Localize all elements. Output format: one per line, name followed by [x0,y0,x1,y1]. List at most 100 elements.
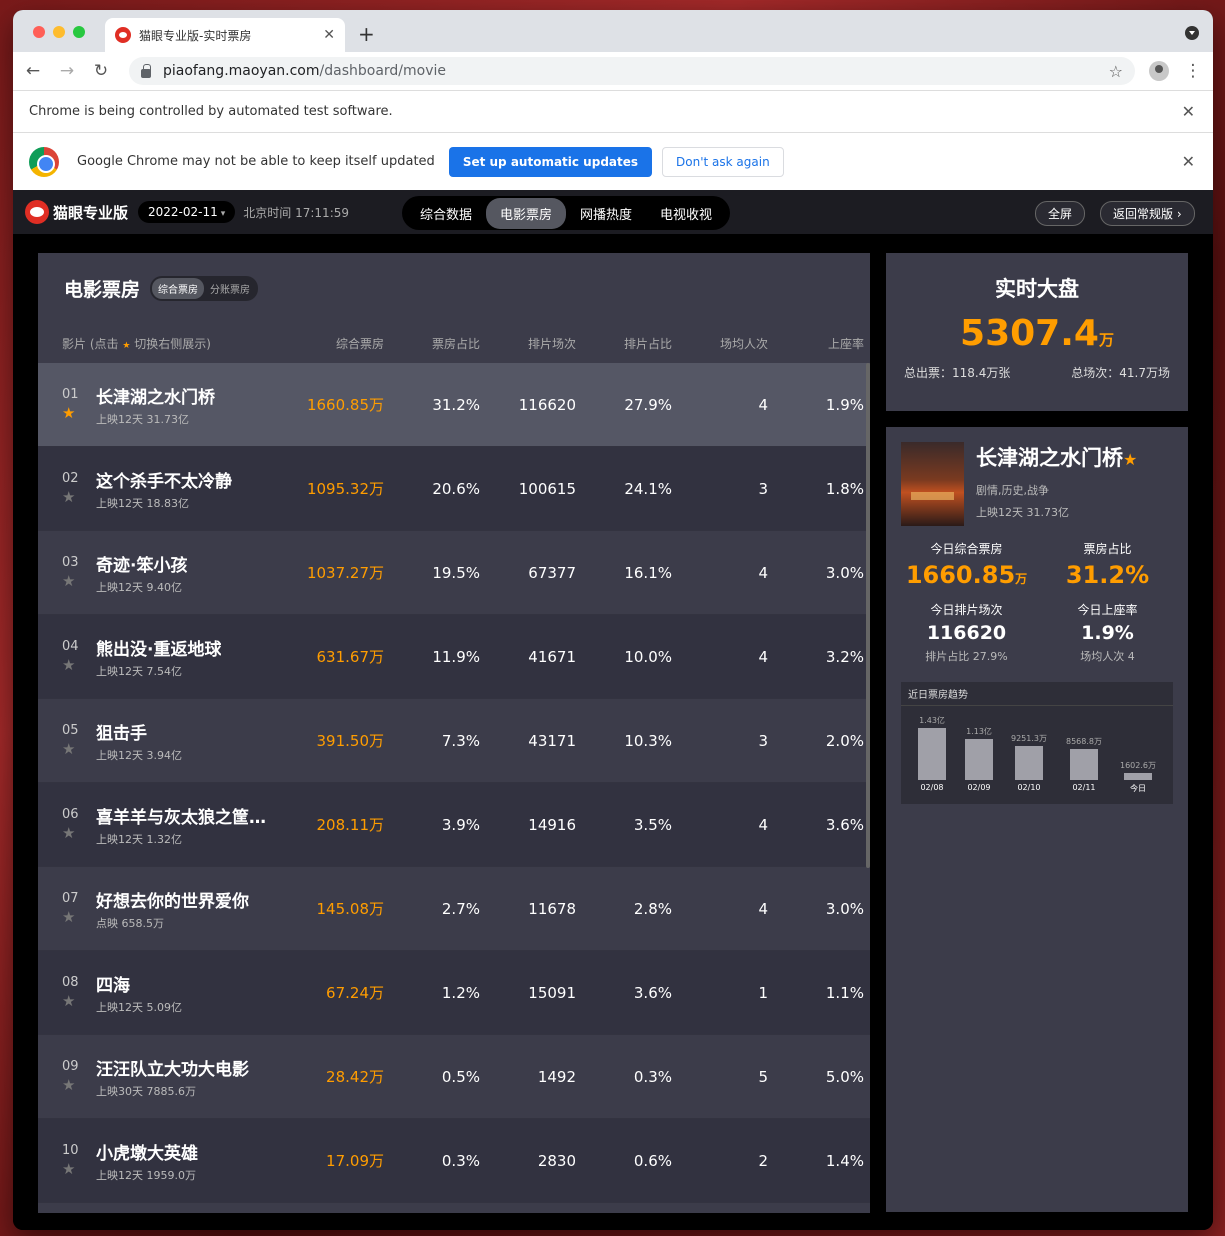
close-infobar-icon[interactable]: ✕ [1182,102,1195,121]
tab-search-icon[interactable] [1185,26,1199,40]
shows-cell: 1492 [537,1067,576,1086]
table-row[interactable]: 07 ★ 好想去你的世界爱你 点映 658.5万 145.08万 2.7% 11678 2.8… [38,867,870,951]
automation-notice: Chrome is being controlled by automated … [29,104,393,119]
star-icon[interactable]: ★ [1123,450,1137,469]
automation-infobar: Chrome is being controlled by automated … [13,90,1213,132]
dont-ask-again-button[interactable]: Don't ask again [662,146,784,177]
star-icon[interactable]: ★ [62,908,96,926]
occupancy-cell: 1.8% [825,479,864,498]
kebab-menu-icon[interactable]: ⋮ [1183,61,1203,81]
film-release: 上映12天 7.54亿 [96,664,182,678]
profile-avatar-icon[interactable] [1149,61,1169,81]
tab-overview[interactable]: 综合数据 [406,198,486,229]
occupancy-cell: 3.0% [825,899,864,918]
box-share-cell: 31.2% [432,395,480,414]
bookmark-star-icon[interactable]: ☆ [1109,62,1123,81]
film-info: 小虎墩大英雄 上映12天 1959.0万 [96,1139,198,1183]
detail-title: 长津湖之水门桥★ [976,442,1137,472]
star-icon[interactable]: ★ [62,572,96,590]
avg-attendance-cell: 4 [758,563,768,582]
film-cell: 01 ★ 长津湖之水门桥 上映12天 31.73亿 [38,383,288,427]
tab-movie-box-office[interactable]: 电影票房 [486,197,567,229]
tab-tv-ratings[interactable]: 电视收视 [646,198,726,229]
table-row[interactable]: 10 ★ 小虎墩大英雄 上映12天 1959.0万 17.09万 0.3% 2830 0.6%… [38,1119,870,1203]
close-update-infobar-icon[interactable]: ✕ [1182,152,1195,171]
star-icon[interactable]: ★ [62,656,96,674]
star-icon[interactable]: ★ [62,404,96,422]
update-infobar: Google Chrome may not be able to keep it… [13,132,1213,190]
table-row[interactable]: 04 ★ 熊出没·重返地球 上映12天 7.54亿 631.67万 11.9% 41671 1… [38,615,870,699]
col-occupancy[interactable]: 上座率 [768,335,864,352]
back-to-classic-button[interactable]: 返回常规版 › [1100,201,1195,226]
toggle-combined[interactable]: 综合票房 [152,277,205,299]
total-tickets: 总出票：118.4万张 [904,366,1011,380]
trend-bar [1070,748,1098,780]
realtime-total: 5307.4万 [886,313,1188,354]
close-tab-icon[interactable]: ✕ [323,27,335,43]
film-release: 上映30天 7885.6万 [96,1084,196,1098]
forward-arrow-icon[interactable]: → [57,61,77,81]
tab-web-heat[interactable]: 网播热度 [566,198,646,229]
col-show-share[interactable]: 排片占比 [576,335,672,352]
col-shows[interactable]: 排片场次 [480,335,576,352]
date-picker[interactable]: 2022-02-11 ▾ [138,201,236,223]
star-icon[interactable]: ★ [62,488,96,506]
minimize-window-button[interactable] [53,26,65,38]
star-icon[interactable]: ★ [62,1160,96,1178]
metric-today-shows: 今日排片场次 116620 排片占比 27.9% [896,601,1037,664]
box-office-trend-chart: 近日票房趋势 1.43亿 02/08 1.13亿 02/09 9251.3万 02/10 8… [901,682,1173,804]
back-arrow-icon[interactable]: ← [23,61,43,81]
film-title: 熊出没·重返地球 [96,639,222,660]
table-row[interactable]: 08 ★ 四海 上映12天 5.09亿 67.24万 1.2% 15091 3.6% 1 1.1% [38,951,870,1035]
browser-tab[interactable]: 猫眼专业版-实时票房 ✕ [105,18,345,52]
table-row[interactable]: 03 ★ 奇迹·笨小孩 上映12天 9.40亿 1037.27万 19.5% 67377 16… [38,531,870,615]
tab-title: 猫眼专业版-实时票房 [139,28,252,43]
star-icon[interactable]: ★ [62,824,96,842]
table-header: 影片 (点击 ★ 切换右侧展示) 综合票房 票房占比 排片场次 排片占比 场均人… [38,323,870,363]
rank-col: 06 ★ [62,807,96,842]
col-box-share[interactable]: 票房占比 [384,335,480,352]
table-row[interactable]: 09 ★ 汪汪队立大功大电影 上映30天 7885.6万 28.42万 0.5% 1492 0… [38,1035,870,1119]
col-avg-attendance[interactable]: 场均人次 [672,335,768,352]
rank: 04 [62,639,79,654]
table-scrollbar[interactable] [866,363,870,868]
address-bar[interactable]: piaofang.maoyan.com/dashboard/movie ☆ [129,57,1135,85]
trend-bar [1124,773,1152,780]
lock-icon[interactable] [141,63,151,78]
reload-icon[interactable]: ↻ [91,61,111,81]
table-row[interactable]: 01 ★ 长津湖之水门桥 上映12天 31.73亿 1660.85万 31.2% 11662… [38,363,870,447]
col-box-office[interactable]: 综合票房 [288,335,384,352]
shows-cell: 116620 [518,395,576,414]
fullscreen-button[interactable]: 全屏 [1035,201,1086,226]
show-share-cell: 10.3% [624,731,672,750]
box-office-cell: 28.42万 [326,1068,384,1086]
close-window-button[interactable] [33,26,45,38]
show-share-cell: 16.1% [624,563,672,582]
window-controls [33,26,85,38]
star-icon[interactable]: ★ [62,740,96,758]
show-share-cell: 10.0% [624,647,672,666]
detail-head: 长津湖之水门桥★ 剧情,历史,战争 上映12天 31.73亿 [886,427,1188,526]
show-share-cell: 3.6% [633,983,672,1002]
rank: 08 [62,975,79,990]
table-row[interactable]: 06 ★ 喜羊羊与灰太狼之筐出未来 上映12天 1.32亿 208.11万 3.9% 149… [38,783,870,867]
metric-today-box: 今日综合票房 1660.85万 [896,540,1037,589]
film-title: 喜羊羊与灰太狼之筐出未来 [96,807,281,828]
rank-col: 10 ★ [62,1143,96,1178]
col-film: 影片 (点击 ★ 切换右侧展示) [38,335,288,352]
toggle-split[interactable]: 分账票房 [204,278,256,299]
setup-updates-button[interactable]: Set up automatic updates [448,146,653,177]
panel-title: 电影票房 [64,278,141,301]
table-row[interactable]: 05 ★ 狙击手 上映12天 3.94亿 391.50万 7.3% 43171 10.3% 3 2… [38,699,870,783]
new-tab-icon[interactable]: + [358,22,375,46]
film-release: 上映12天 3.94亿 [96,748,182,762]
avg-attendance-cell: 2 [758,1151,768,1170]
metric-value: 31.2% [1065,561,1150,589]
table-row[interactable]: 02 ★ 这个杀手不太冷静 上映12天 18.83亿 1095.32万 20.6% 1006… [38,447,870,531]
star-icon[interactable]: ★ [62,1076,96,1094]
browser-window: 猫眼专业版-实时票房 ✕ + ← → ↻ piaofang.maoyan.com… [13,10,1213,1230]
show-share-cell: 3.5% [633,815,672,834]
star-icon[interactable]: ★ [62,992,96,1010]
show-share-cell: 0.6% [633,1151,672,1170]
zoom-window-button[interactable] [73,26,85,38]
